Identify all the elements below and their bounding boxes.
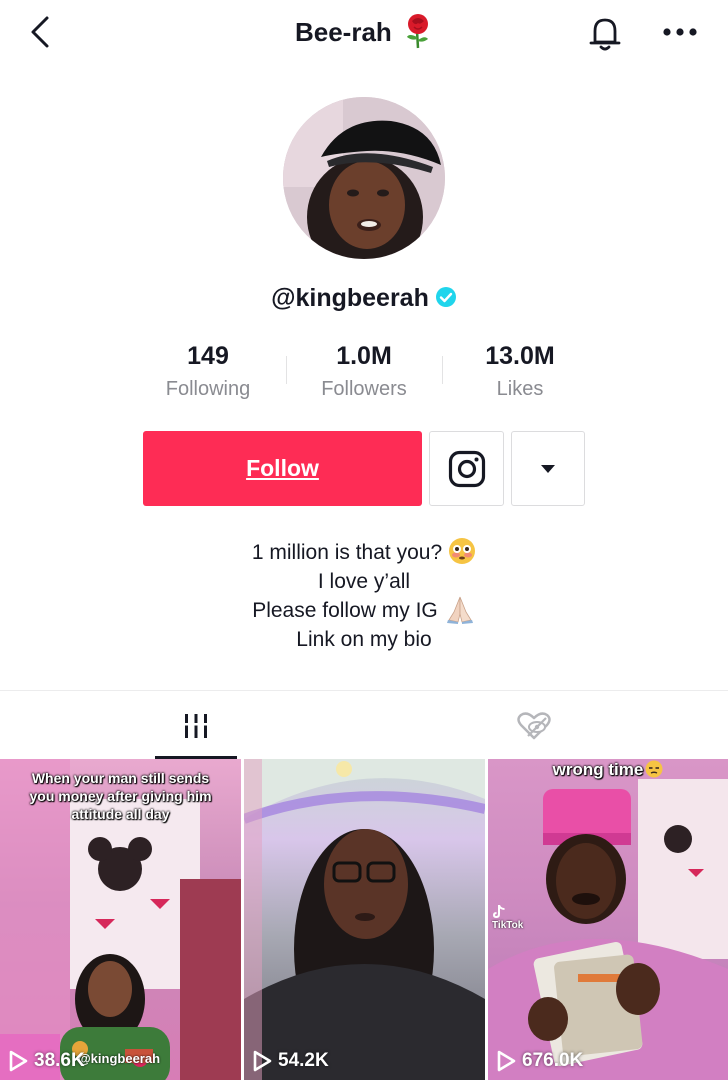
stat-following[interactable]: 149 Following: [130, 338, 286, 408]
play-icon: [9, 1050, 28, 1072]
suggested-accounts-dropdown[interactable]: [511, 431, 585, 506]
video-scene: [488, 779, 728, 1080]
caret-down-icon: [541, 464, 555, 473]
stat-label: Followers: [321, 378, 407, 400]
play-icon: [497, 1050, 516, 1072]
stat-value: 1.0M: [336, 342, 392, 370]
play-icon: [253, 1050, 272, 1072]
stat-value: 149: [187, 342, 229, 370]
bio-line-4: Link on my bio: [296, 628, 432, 651]
handle-row: @kingbeerah: [0, 278, 728, 318]
watermark-text: TikTok: [492, 920, 524, 931]
stat-divider: [442, 356, 443, 384]
video-caption-text: wrong time: [552, 760, 644, 779]
more-options-button[interactable]: [658, 14, 702, 50]
video-caption: wrong time: [488, 761, 728, 779]
stat-label: Likes: [496, 378, 544, 400]
more-dots-icon: [663, 28, 697, 36]
grid-bars-icon: [185, 713, 207, 738]
verified-badge-icon: [435, 287, 456, 308]
stat-value: 13.0M: [485, 342, 555, 370]
view-count: 676.0K: [496, 1050, 583, 1072]
profile-page: Bee-rah @kingbeerah 149 Following 1.0M F…: [0, 0, 728, 1080]
video-watermark: TikTok: [492, 904, 523, 931]
bell-icon: [589, 18, 621, 51]
profile-tabs: [0, 690, 728, 759]
video-caption: When your man still sends you money afte…: [29, 770, 212, 822]
username-handle: @kingbeerah: [271, 284, 429, 312]
top-bar: Bee-rah: [0, 0, 728, 64]
stat-likes: 13.0M Likes: [442, 338, 598, 408]
stat-followers[interactable]: 1.0M Followers: [286, 338, 442, 408]
folded-hands-emoji: [446, 597, 473, 625]
view-count: 38.6K: [8, 1050, 85, 1072]
page-title: Bee-rah: [294, 17, 392, 47]
video-thumbnail[interactable]: When your man still sends you money afte…: [0, 759, 241, 1080]
bio-text: 1 million is that you?: [251, 541, 443, 564]
bio: 1 million is that you? I love y’all Plea…: [0, 538, 728, 654]
unamused-face-emoji: [645, 760, 663, 778]
follow-button[interactable]: Follow: [143, 431, 422, 506]
tab-liked[interactable]: [392, 691, 676, 760]
avatar[interactable]: [283, 97, 445, 259]
view-count-value: 38.6K: [34, 1050, 85, 1071]
view-count-value: 676.0K: [522, 1050, 584, 1071]
bio-line-3: Please follow my IG: [0, 596, 728, 625]
video-thumbnail[interactable]: wrong time TikTok 676.0K: [488, 759, 728, 1080]
rose-emoji: [407, 14, 429, 49]
video-watermark: @kingbeerah: [78, 1051, 161, 1066]
video-thumbnail[interactable]: 54.2K: [244, 759, 485, 1080]
instagram-icon: [448, 450, 485, 487]
stat-label: Following: [165, 378, 251, 400]
hidden-heart-icon: [517, 711, 551, 739]
flushed-face-emoji: [449, 538, 476, 565]
tiktok-logo-icon: [493, 905, 505, 918]
tab-videos[interactable]: [0, 691, 392, 760]
view-count-value: 54.2K: [278, 1050, 329, 1071]
bio-line-2: I love y’all: [317, 570, 411, 593]
view-count: 54.2K: [252, 1050, 329, 1072]
avatar-photo: [283, 97, 445, 259]
stat-divider: [286, 356, 287, 384]
notifications-button[interactable]: [584, 12, 626, 54]
bio-text: Please follow my IG: [252, 599, 438, 622]
instagram-button[interactable]: [429, 431, 504, 506]
bio-line-1: 1 million is that you?: [0, 538, 728, 567]
video-scene: [244, 759, 485, 1080]
video-grid: When your man still sends you money afte…: [0, 759, 728, 1080]
profile-stats: 149 Following 1.0M Followers 13.0M Likes: [130, 338, 598, 408]
